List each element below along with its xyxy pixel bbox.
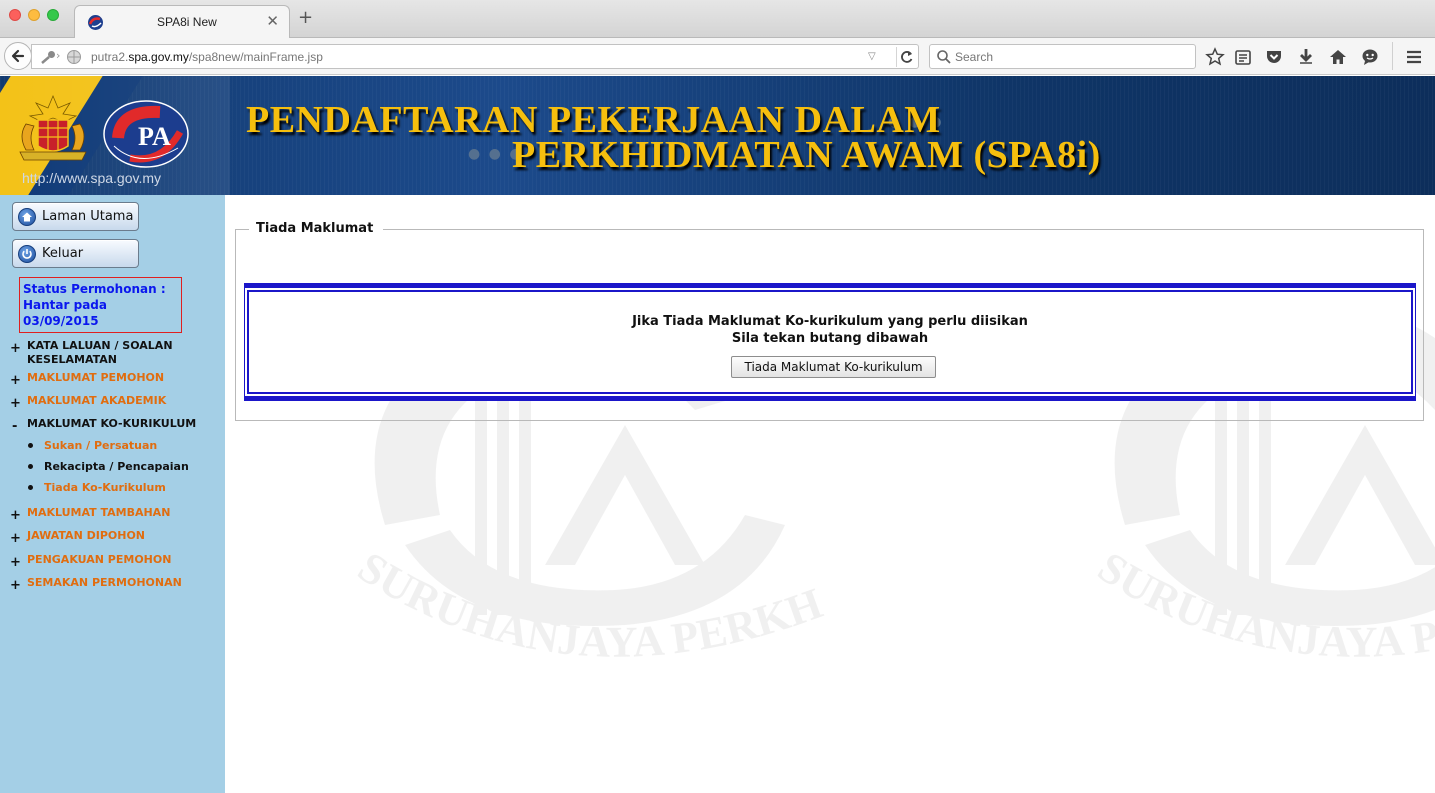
menu-item-label: PENGAKUAN PEMOHON <box>27 553 172 566</box>
bullet-icon <box>28 443 33 448</box>
browser-tab-bar: SPA8i New ✕ + <box>0 0 1435 39</box>
reading-list-icon[interactable] <box>1233 47 1253 67</box>
search-icon <box>937 50 951 64</box>
bullet-icon <box>28 485 33 490</box>
home-button-label: Laman Utama <box>42 209 134 224</box>
info-message-line1: Jika Tiada Maklumat Ko-kurikulum yang pe… <box>632 314 1028 329</box>
banner-site-url: http://www.spa.gov.my <box>22 170 162 186</box>
browser-tab[interactable]: SPA8i New ✕ <box>74 5 290 39</box>
malaysia-coat-of-arms-icon <box>19 94 87 161</box>
download-icon[interactable] <box>1296 47 1316 67</box>
menu-item-label: MAKLUMAT PEMOHON <box>27 371 165 384</box>
menu-item-label: MAKLUMAT TAMBAHAN <box>27 506 171 519</box>
expand-icon: + <box>10 341 21 356</box>
bookmark-star-icon[interactable] <box>1205 47 1225 67</box>
new-tab-button[interactable]: + <box>298 9 313 27</box>
spa-favicon-icon <box>88 15 103 30</box>
menu-item-label: MAKLUMAT KO-KURIKULUM <box>27 417 197 430</box>
close-window-button[interactable] <box>9 9 21 21</box>
menu-item-label: KATA LALUAN / SOALAN KESELAMATAN <box>27 339 173 367</box>
expand-icon: + <box>10 396 21 411</box>
zoom-window-button[interactable] <box>47 9 59 21</box>
application-status-box: Status Permohonan : Hantar pada 03/09/20… <box>19 277 182 333</box>
banner-title-line2: PERKHIDMATAN AWAM (SPA8i) <box>512 134 1101 176</box>
browser-nav-bar: › putra2.spa.gov.my/spa8new/mainFrame.js… <box>0 38 1435 75</box>
reload-icon[interactable] <box>896 47 918 67</box>
expand-icon: + <box>10 373 21 388</box>
menu-item-label: JAWATAN DIPOHON <box>27 529 146 542</box>
url-dropdown-icon[interactable]: ▽ <box>868 51 876 62</box>
home-icon <box>18 208 36 226</box>
status-label: Status Permohonan : <box>23 282 166 296</box>
status-value: Hantar pada <box>23 298 107 312</box>
url-path: /spa8new/mainFrame.jsp <box>188 50 323 64</box>
key-icon <box>41 51 55 64</box>
tab-close-icon[interactable]: ✕ <box>266 12 279 30</box>
status-date: 03/09/2015 <box>23 314 99 328</box>
home-button[interactable]: Laman Utama <box>12 202 139 231</box>
expand-icon: + <box>10 578 21 593</box>
url-text[interactable]: putra2.spa.gov.my/spa8new/mainFrame.jsp <box>91 50 323 64</box>
submenu-item-label: Rekacipta / Pencapaian <box>44 460 189 473</box>
menu-item-label: SEMAKAN PERMOHONAN <box>27 576 182 589</box>
bullet-icon <box>28 464 33 469</box>
header-banner: PA http://www.spa.gov.my ● ● ● ● ● ● PEN… <box>0 76 1435 195</box>
collapse-icon: - <box>12 419 18 434</box>
main-content: SURUHANJAYA PERKHIDMATAN AWAM SURUHANJAY… <box>225 195 1435 793</box>
info-box-inner: Jika Tiada Maklumat Ko-kurikulum yang pe… <box>247 290 1413 394</box>
arrow-separator-icon: › <box>56 49 61 62</box>
no-cocurricular-button[interactable]: Tiada Maklumat Ko-kurikulum <box>731 356 936 378</box>
menu-label-line2: KESELAMATAN <box>27 353 117 366</box>
expand-icon: + <box>10 531 21 546</box>
toolbar-divider <box>1392 42 1393 70</box>
pocket-icon[interactable] <box>1264 47 1284 67</box>
search-input[interactable]: Search <box>955 50 993 64</box>
url-domain: spa.gov.my <box>128 50 189 64</box>
expand-icon: + <box>10 508 21 523</box>
submenu-item-label: Sukan / Persatuan <box>44 439 158 452</box>
back-button[interactable] <box>4 42 32 70</box>
minimize-window-button[interactable] <box>28 9 40 21</box>
expand-icon: + <box>10 555 21 570</box>
menu-item-label: MAKLUMAT AKADEMIK <box>27 394 167 407</box>
back-arrow-icon <box>11 49 25 63</box>
info-message-line2: Sila tekan butang dibawah <box>731 331 929 346</box>
fieldset-legend: Tiada Maklumat <box>249 221 384 236</box>
spa-logo-icon: PA <box>103 100 189 168</box>
sidebar: Laman Utama Keluar Status Permohonan : H… <box>0 195 225 793</box>
info-box: Jika Tiada Maklumat Ko-kurikulum yang pe… <box>244 283 1416 401</box>
home-icon[interactable] <box>1328 47 1348 67</box>
url-prefix: putra2. <box>91 50 129 64</box>
no-info-fieldset: Tiada Maklumat Jika Tiada Maklumat Ko-ku… <box>235 221 1424 421</box>
menu-label-line1: KATA LALUAN / SOALAN <box>27 339 173 352</box>
logout-button-label: Keluar <box>42 246 84 261</box>
power-icon <box>18 245 36 263</box>
globe-icon <box>67 50 81 64</box>
search-bar[interactable]: Search <box>929 44 1196 69</box>
submenu-item-label: Tiada Ko-Kurikulum <box>44 481 166 494</box>
menu-icon[interactable] <box>1404 47 1424 67</box>
tab-title: SPA8i New <box>157 15 217 29</box>
chat-icon[interactable] <box>1360 47 1380 67</box>
url-bar[interactable]: › putra2.spa.gov.my/spa8new/mainFrame.js… <box>31 44 919 69</box>
logout-button[interactable]: Keluar <box>12 239 139 268</box>
svg-text:PA: PA <box>138 122 171 151</box>
